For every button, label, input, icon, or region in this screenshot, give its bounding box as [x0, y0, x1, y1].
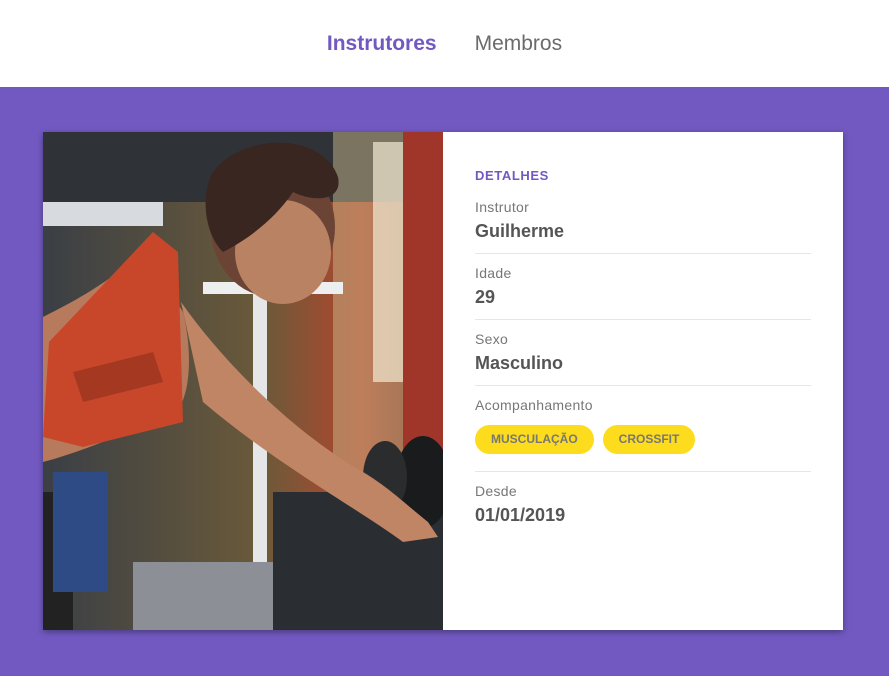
since-item: Desde 01/01/2019: [475, 472, 811, 537]
gender-item: Sexo Masculino: [475, 320, 811, 386]
since-value: 01/01/2019: [475, 505, 566, 525]
nav-link-instrutores[interactable]: Instrutores: [327, 33, 437, 54]
age-value: 29: [475, 287, 496, 307]
top-navigation: Instrutores Membros: [0, 0, 889, 87]
instructor-item: Instrutor Guilherme: [475, 199, 811, 254]
age-label: Idade: [475, 265, 512, 281]
services-label: Acompanhamento: [475, 397, 593, 413]
instructor-label: Instrutor: [475, 199, 530, 215]
gender-label: Sexo: [475, 331, 509, 347]
age-item: Idade 29: [475, 254, 811, 320]
service-tag-musculacao[interactable]: MUSCULAÇÃO: [475, 425, 594, 454]
instructor-card: DETALHES Instrutor Guilherme Idade 29 Se…: [43, 132, 843, 630]
services-item: Acompanhamento MUSCULAÇÃO CROSSFIT: [475, 386, 811, 472]
instructor-photo: [43, 132, 443, 630]
service-tag-crossfit[interactable]: CROSSFIT: [602, 425, 696, 454]
details-panel: DETALHES Instrutor Guilherme Idade 29 Se…: [443, 132, 843, 630]
gender-value: Masculino: [475, 353, 564, 373]
nav-link-membros[interactable]: Membros: [475, 33, 563, 54]
instructor-value: Guilherme: [475, 221, 565, 241]
services-tags: MUSCULAÇÃO CROSSFIT: [475, 425, 811, 454]
details-section-title: DETALHES: [475, 168, 549, 183]
gym-photo-icon: [43, 132, 443, 630]
since-label: Desde: [475, 483, 517, 499]
